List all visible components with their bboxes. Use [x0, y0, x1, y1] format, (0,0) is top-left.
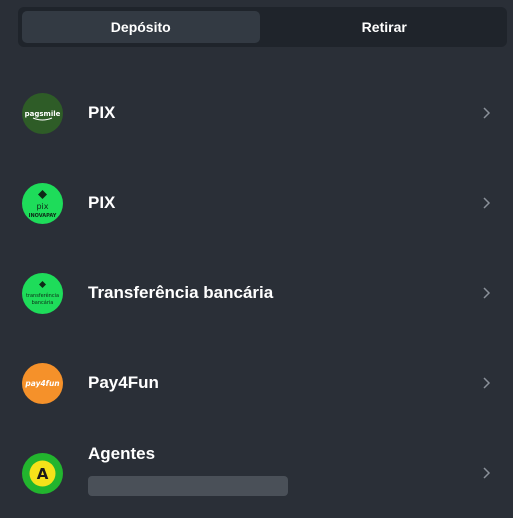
chevron-right-icon — [483, 467, 491, 479]
bancaria-logo-text: bancária — [32, 299, 54, 306]
pagsmile-logo-text: pagsmile — [25, 110, 61, 118]
payment-method-pix-inovapay[interactable]: pix INOVAPAY PIX — [0, 158, 513, 248]
chevron-right-icon — [483, 377, 491, 389]
method-label: Agentes — [88, 444, 156, 463]
agentes-logo-letter: A — [37, 465, 49, 483]
inovapay-logo-text: INOVAPAY — [29, 213, 57, 219]
agentes-logo: A — [22, 452, 63, 494]
method-label: PIX — [88, 193, 116, 212]
method-label: Pay4Fun — [88, 373, 159, 392]
bank-transfer-logo: transferência bancária — [22, 272, 63, 314]
chevron-right-icon — [483, 107, 491, 119]
payment-method-list: pagsmile PIX pix INOVAPAY PIX transferên… — [0, 68, 513, 518]
redacted-detail — [88, 476, 288, 496]
deposit-withdraw-tabs: Depósito Retirar — [18, 7, 507, 47]
pix-inovapay-logo: pix INOVAPAY — [22, 182, 63, 224]
payment-method-agentes[interactable]: A Agentes — [0, 428, 513, 518]
payment-method-pix-pagsmile[interactable]: pagsmile PIX — [0, 68, 513, 158]
payment-method-pay4fun[interactable]: pay4fun Pay4Fun — [0, 338, 513, 428]
pay4fun-logo-text: pay4fun — [24, 379, 59, 388]
chevron-right-icon — [483, 287, 491, 299]
tab-deposito[interactable]: Depósito — [22, 11, 260, 43]
method-label: Transferência bancária — [88, 283, 274, 302]
tab-retirar[interactable]: Retirar — [266, 11, 504, 43]
method-label: PIX — [88, 103, 116, 122]
pagsmile-logo: pagsmile — [22, 92, 63, 134]
pix-logo-text: pix — [36, 202, 48, 211]
payment-method-bank-transfer[interactable]: transferência bancária Transferência ban… — [0, 248, 513, 338]
transferencia-logo-text: transferência — [26, 292, 59, 299]
chevron-right-icon — [483, 197, 491, 209]
pay4fun-logo: pay4fun — [22, 362, 63, 404]
